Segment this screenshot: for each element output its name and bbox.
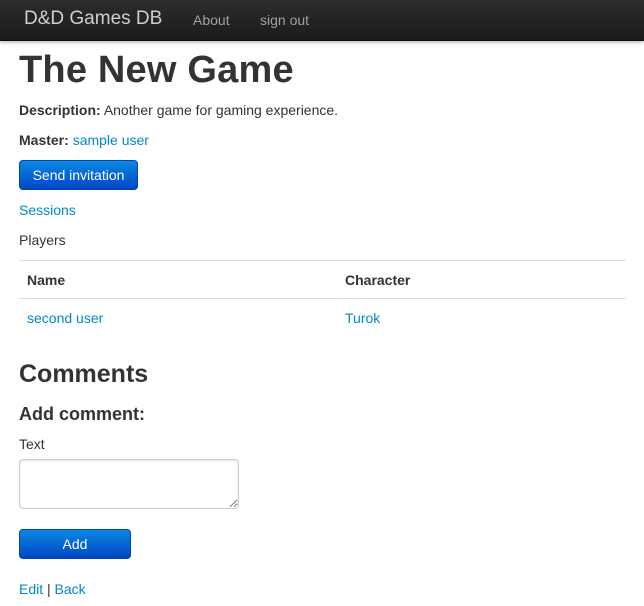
add-comment-heading: Add comment: <box>19 404 145 424</box>
link-separator: | <box>47 581 51 597</box>
description-row: Description: Another game for gaming exp… <box>19 100 338 120</box>
comment-text-input[interactable] <box>19 459 239 509</box>
player-character-link[interactable]: Turok <box>345 308 380 328</box>
player-name-link[interactable]: second user <box>27 308 103 328</box>
players-table-header: Name Character <box>19 261 626 299</box>
master-row: Master: sample user <box>19 130 149 150</box>
add-comment-button[interactable]: Add comment <box>19 529 131 580</box>
column-header-name: Name <box>27 272 66 288</box>
table-row: second user Turok <box>19 299 626 336</box>
send-invitation-button[interactable]: Send invitation <box>19 160 138 190</box>
sessions-link[interactable]: Sessions <box>19 200 76 220</box>
footer-links: Edit | Back <box>19 579 86 599</box>
description-text: Another game for gaming experience. <box>103 102 339 118</box>
players-table: Name Character second user Turok <box>19 260 626 336</box>
back-link[interactable]: Back <box>55 581 86 597</box>
page-title: The New Game <box>19 49 294 91</box>
column-header-character: Character <box>345 272 411 288</box>
top-navbar: D&D Games DB About sign out <box>0 0 644 41</box>
nav-about-link[interactable]: About <box>193 11 230 29</box>
description-label: Description: <box>19 102 101 118</box>
master-label: Master: <box>19 132 69 148</box>
comments-heading: Comments <box>19 360 149 388</box>
master-user-link[interactable]: sample user <box>73 132 149 148</box>
comment-text-label: Text <box>19 436 45 452</box>
players-label: Players <box>19 232 66 248</box>
nav-sign-out-link[interactable]: sign out <box>260 11 309 29</box>
edit-link[interactable]: Edit <box>19 581 43 597</box>
brand-link[interactable]: D&D Games DB <box>24 8 162 30</box>
